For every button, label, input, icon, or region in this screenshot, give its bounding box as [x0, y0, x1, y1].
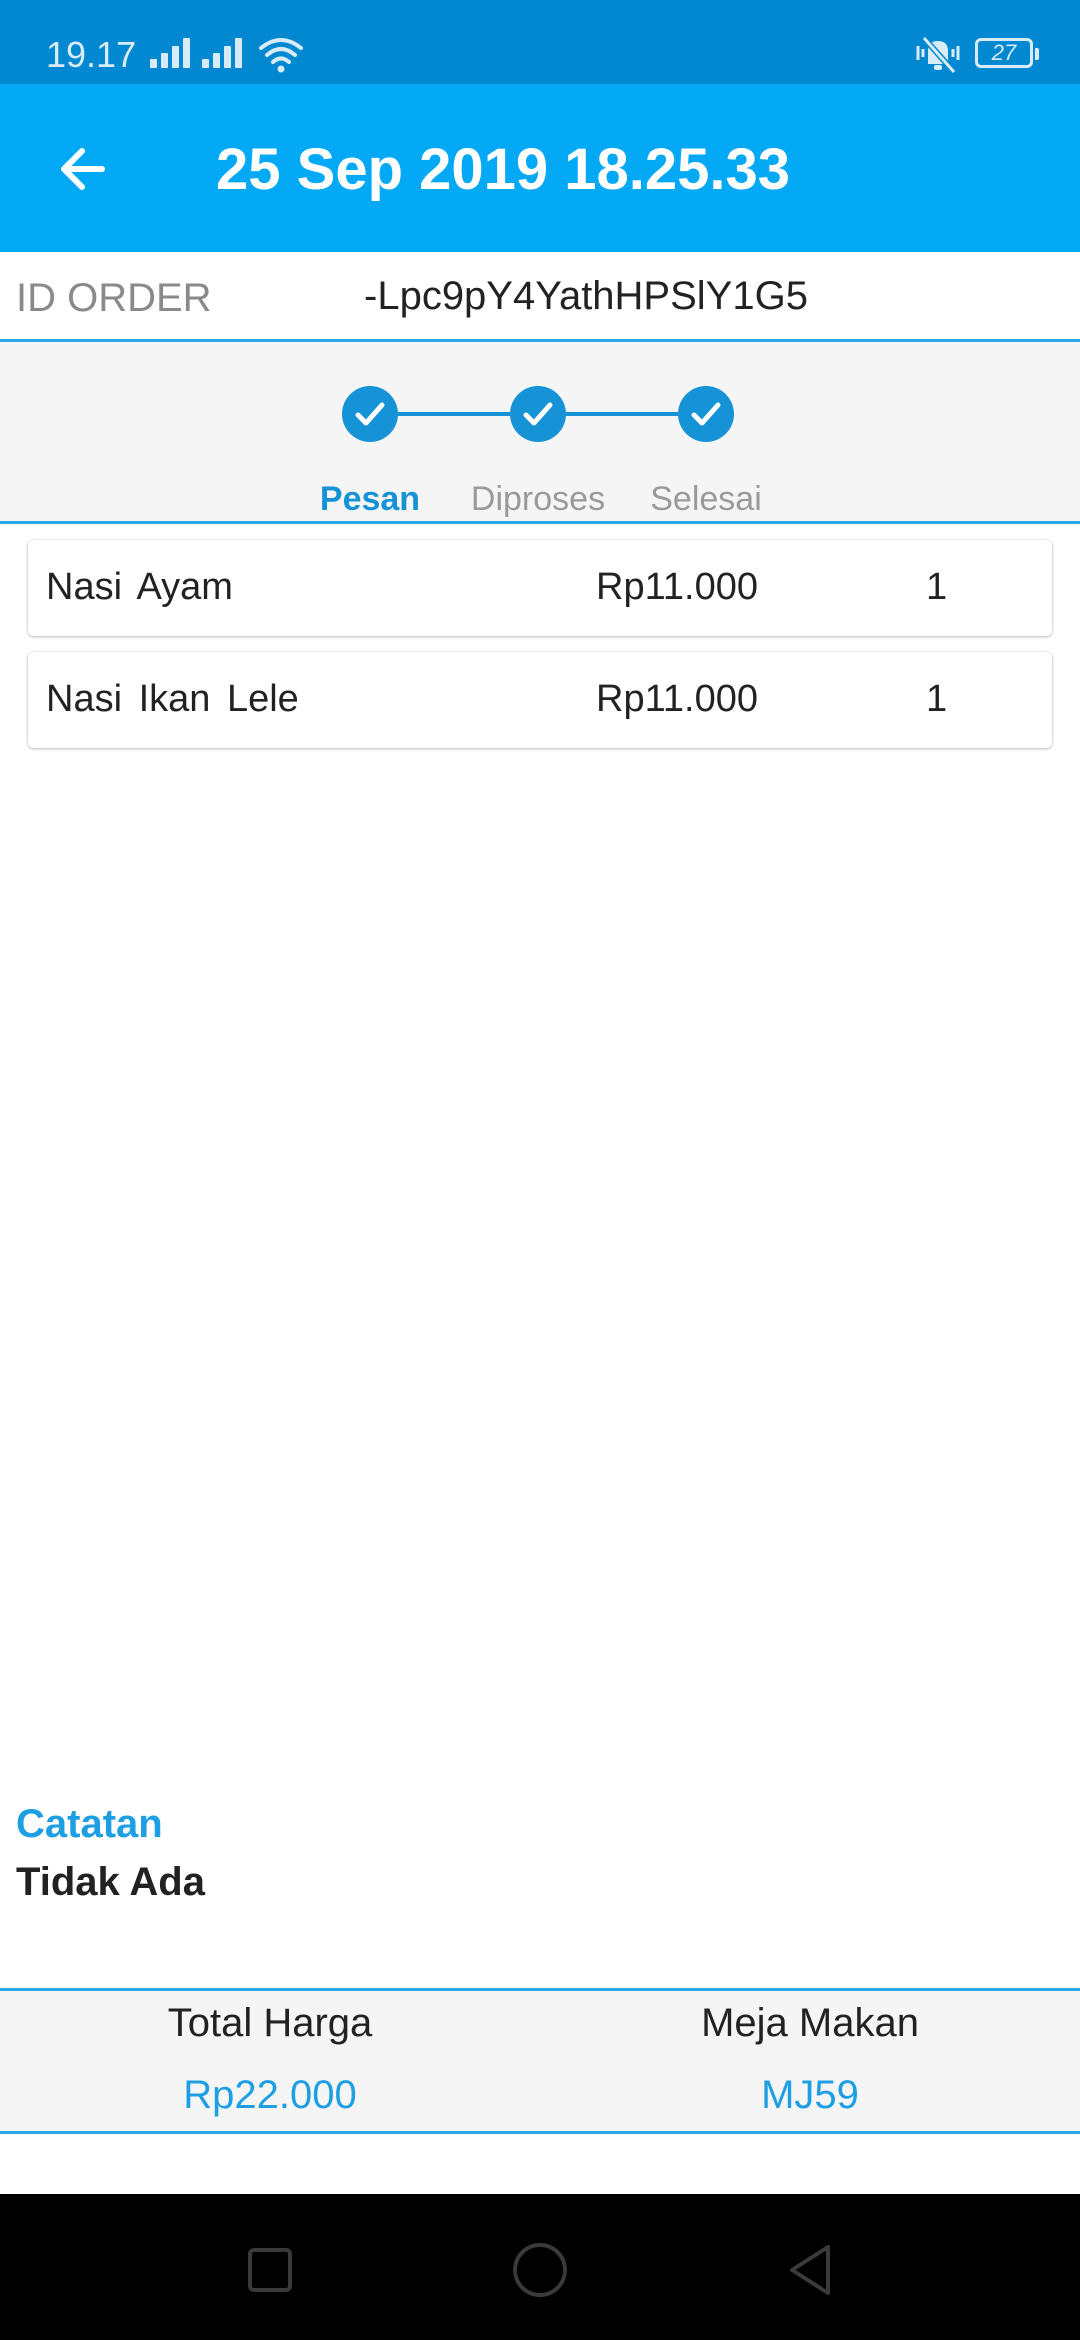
battery-icon: 27 — [975, 38, 1039, 68]
order-id-value: -Lpc9pY4YathHPSlY1G5 — [364, 274, 808, 318]
page-title: 25 Sep 2019 18.25.33 — [216, 137, 791, 202]
status-bar: 19.17 27 — [0, 0, 1080, 84]
step-connector — [566, 412, 678, 416]
back-triangle-icon[interactable] — [780, 2240, 840, 2300]
check-circle-icon — [342, 386, 398, 442]
item-price: Rp11.000 — [596, 678, 758, 720]
item-quantity: 1 — [926, 566, 948, 608]
list-item: Nasi Ayam Rp11.000 1 — [28, 540, 1052, 636]
table-number-label: Meja Makan — [701, 2001, 919, 2045]
total-price-section: Total Harga Rp22.000 — [0, 1991, 540, 2131]
item-price: Rp11.000 — [596, 566, 758, 608]
signal-icon — [150, 38, 192, 68]
order-id-label: ID ORDER — [16, 276, 212, 320]
order-status-stepper: Pesan Diproses Selesai — [0, 342, 1080, 524]
item-name: Nasi Ayam — [46, 566, 233, 608]
home-circle-icon[interactable] — [510, 2240, 570, 2300]
signal-icon — [202, 38, 244, 68]
arrow-left-icon[interactable] — [50, 134, 120, 204]
check-circle-icon — [510, 386, 566, 442]
check-circle-icon — [678, 386, 734, 442]
table-number-section: Meja Makan MJ59 — [540, 1991, 1080, 2131]
status-time: 19.17 — [46, 34, 137, 75]
wifi-icon — [259, 38, 303, 73]
total-price-label: Total Harga — [167, 2001, 373, 2045]
notes-value: Tidak Ada — [16, 1860, 205, 1904]
order-summary: Total Harga Rp22.000 Meja Makan MJ59 — [0, 1988, 1080, 2134]
table-number-value: MJ59 — [761, 2073, 859, 2117]
step-label-selesai: Selesai — [650, 480, 762, 518]
step-label-pesan: Pesan — [319, 480, 421, 518]
item-quantity: 1 — [926, 678, 948, 720]
step-connector — [398, 412, 510, 416]
battery-level: 27 — [991, 40, 1017, 65]
step-label-diproses: Diproses — [470, 480, 606, 518]
item-name: Nasi Ikan Lele — [46, 678, 299, 720]
recents-square-icon[interactable] — [240, 2240, 300, 2300]
order-id-row: ID ORDER -Lpc9pY4YathHPSlY1G5 — [0, 252, 1080, 342]
notes-title: Catatan — [16, 1802, 163, 1846]
mute-vibrate-icon — [916, 36, 960, 74]
system-navigation-bar — [0, 2194, 1080, 2340]
total-price-value: Rp22.000 — [183, 2073, 357, 2117]
list-item: Nasi Ikan Lele Rp11.000 1 — [28, 652, 1052, 748]
